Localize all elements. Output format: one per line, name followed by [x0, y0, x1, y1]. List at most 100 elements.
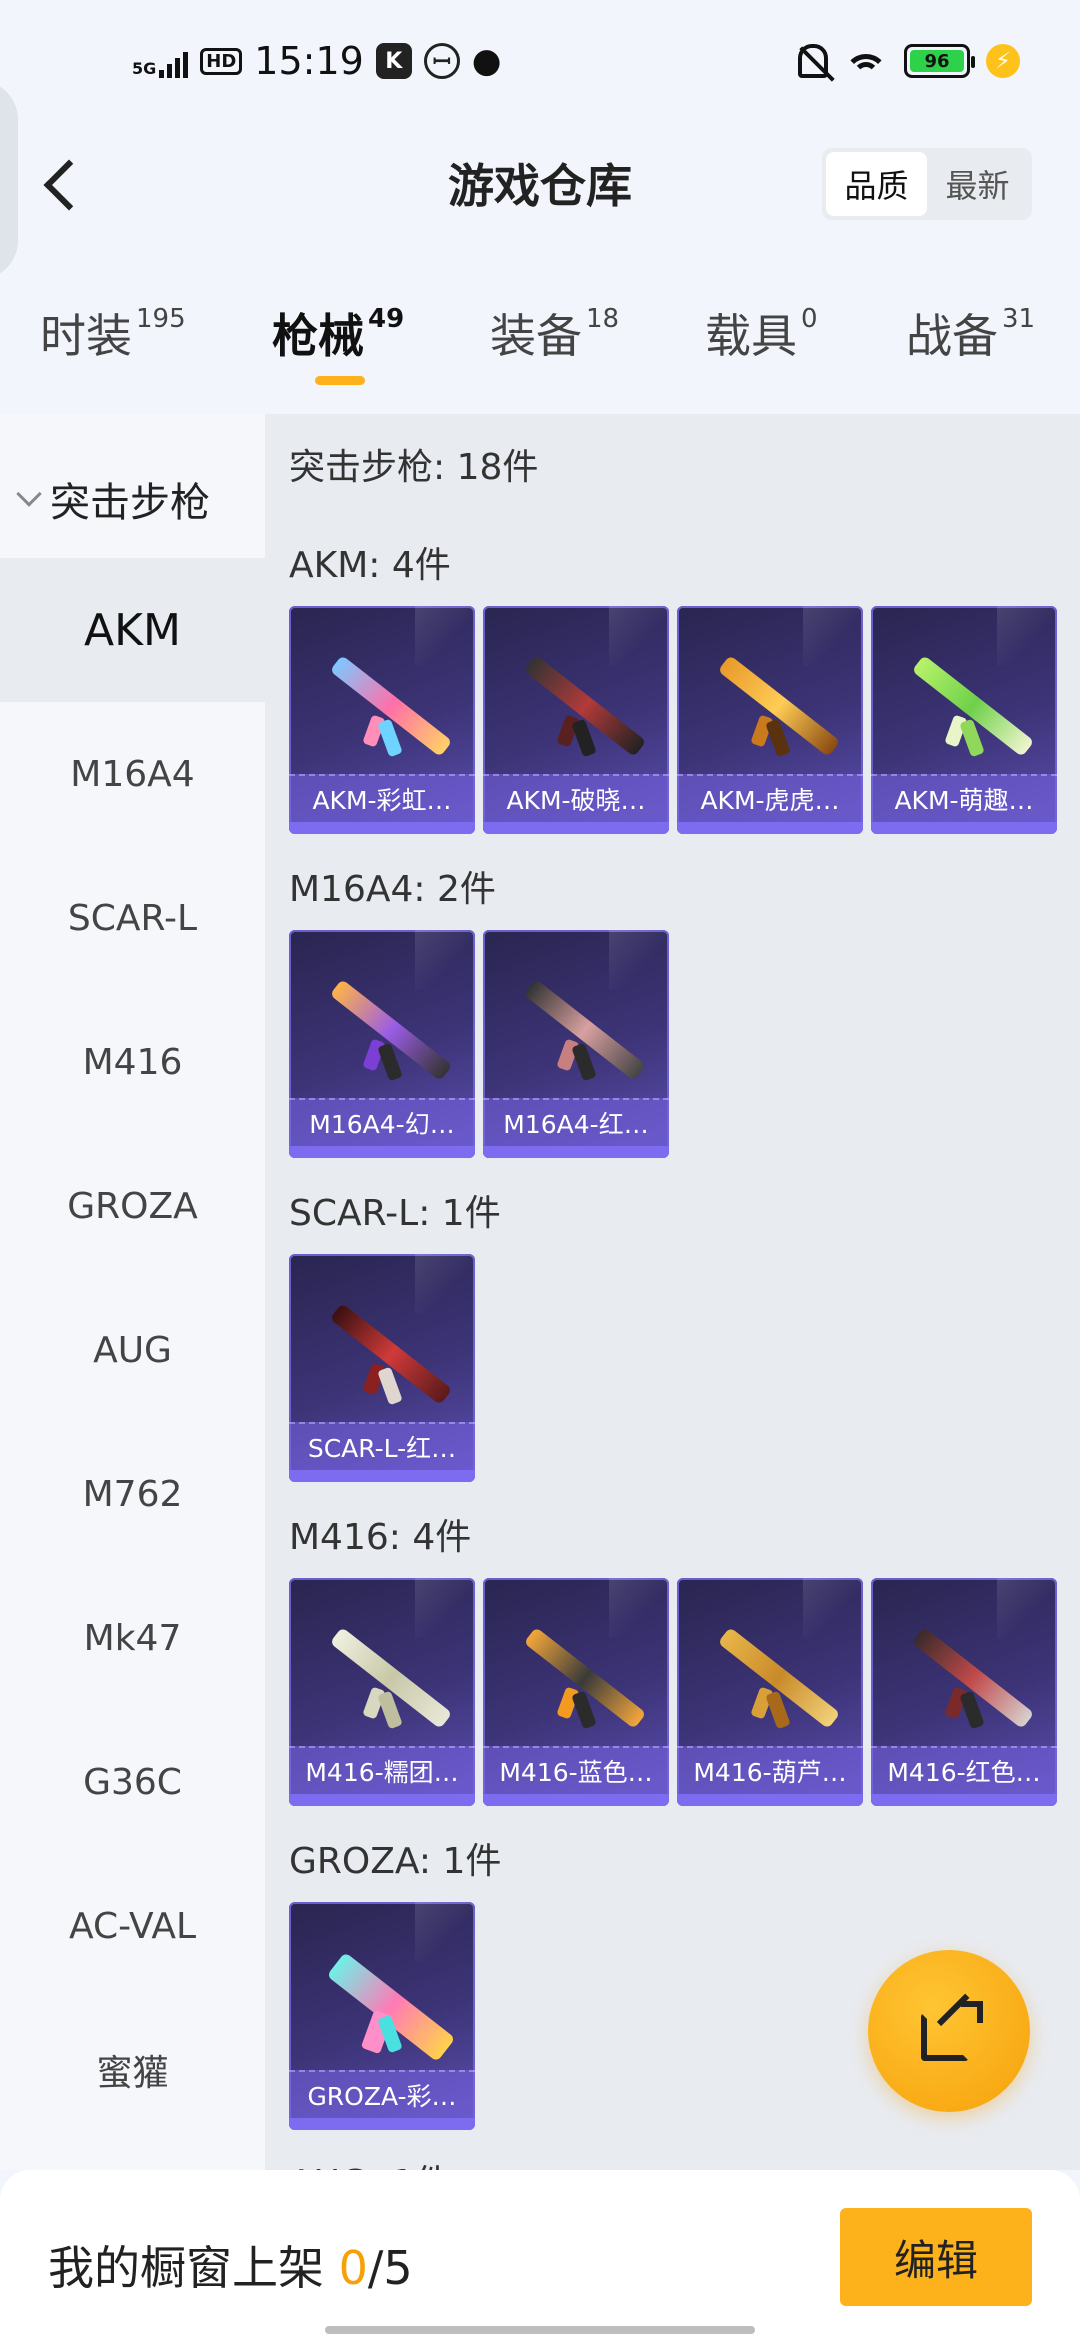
rifle-skin-icon — [699, 1626, 849, 1736]
chevron-down-icon — [16, 481, 42, 507]
item-card-label: M416-糯团… — [289, 1746, 475, 1794]
item-card[interactable]: M416-蓝色… — [483, 1578, 669, 1806]
item-card[interactable]: M16A4-红… — [483, 930, 669, 1158]
app-k-icon: K — [375, 43, 412, 79]
status-bar: 5G HD 15:19 K ꟷ ● 96 ⚡ — [0, 0, 1080, 120]
wifi-icon — [844, 46, 888, 76]
category-summary: 突击步枪: 18件 — [289, 447, 539, 488]
item-card-label: AKM-虎虎… — [677, 774, 863, 822]
tab-count: 49 — [368, 304, 405, 334]
sidebar-item-groza[interactable]: GROZA — [0, 1134, 265, 1278]
signal-icon: 5G — [132, 44, 189, 78]
showcase-count-total: /5 — [367, 2241, 413, 2295]
rifle-skin-icon — [699, 654, 849, 764]
group-title-scar-l: SCAR-L: 1件 — [289, 1193, 501, 1234]
tab-supplies[interactable]: 战备 31 — [906, 300, 1035, 366]
rifle-skin-icon — [311, 1302, 461, 1412]
rifle-skin-icon — [893, 1626, 1043, 1736]
charging-icon: ⚡ — [986, 44, 1020, 78]
item-card-label: AKM-破晓… — [483, 774, 669, 822]
showcase-count-current: 0 — [338, 2241, 368, 2295]
sidebar-item-aug[interactable]: AUG — [0, 1278, 265, 1422]
rifle-skin-icon — [505, 654, 655, 764]
tab-label: 时装 — [40, 309, 132, 363]
item-card-label: M416-红色… — [871, 1746, 1057, 1794]
sort-newest-button[interactable]: 最新 — [927, 152, 1028, 216]
item-card-label: M416-葫芦… — [677, 1746, 863, 1794]
item-card[interactable]: SCAR-L-红… — [289, 1254, 475, 1482]
rifle-skin-icon — [311, 1950, 461, 2062]
item-card[interactable]: AKM-破晓… — [483, 606, 669, 834]
network-label: 5G — [132, 59, 157, 78]
category-tabs: 时装 195 枪械 49 装备 18 载具 0 战备 31 — [0, 300, 1080, 390]
status-left: 5G HD 15:19 K ꟷ ● — [132, 36, 501, 86]
tab-firearms[interactable]: 枪械 49 — [272, 300, 404, 366]
sidebar: 突击步枪 AKM M16A4 SCAR-L M416 GROZA AUG M76… — [0, 414, 265, 2170]
tab-label: 战备 — [906, 309, 998, 363]
sidebar-item-g36c[interactable]: G36C — [0, 1710, 265, 1854]
edit-button[interactable]: 编辑 — [840, 2208, 1032, 2306]
rifle-skin-icon — [505, 978, 655, 1088]
group-title-akm: AKM: 4件 — [289, 545, 451, 586]
item-card-label: SCAR-L-红… — [289, 1422, 475, 1470]
sidebar-item-m416[interactable]: M416 — [0, 990, 265, 1134]
showcase-status: 我的橱窗上架 0/5 — [48, 2232, 413, 2298]
category-header[interactable]: 突击步枪 — [16, 464, 210, 534]
group-title-m16a4: M16A4: 2件 — [289, 869, 496, 910]
sort-toggle: 品质 最新 — [822, 148, 1032, 220]
tab-count: 18 — [586, 304, 620, 334]
share-icon — [921, 1993, 983, 2061]
app-round-icon: ꟷ — [423, 43, 460, 79]
rifle-skin-icon — [311, 978, 461, 1088]
rifle-skin-icon — [505, 1626, 655, 1736]
item-card[interactable]: M16A4-幻… — [289, 930, 475, 1158]
status-time: 15:19 — [254, 39, 364, 83]
sidebar-item-honey-badger[interactable]: 蜜獾 — [0, 1998, 265, 2142]
item-card[interactable]: AKM-虎虎… — [677, 606, 863, 834]
sidebar-item-ac-val[interactable]: AC-VAL — [0, 1854, 265, 1998]
status-right: 96 ⚡ — [798, 36, 1020, 86]
tab-equipment[interactable]: 装备 18 — [490, 300, 619, 366]
item-card[interactable]: M416-葫芦… — [677, 1578, 863, 1806]
tab-active-indicator — [315, 376, 365, 385]
showcase-label: 我的橱窗上架 — [48, 2241, 324, 2295]
item-card[interactable]: AKM-彩虹… — [289, 606, 475, 834]
tab-count: 195 — [136, 304, 186, 334]
item-card-label: GROZA-彩… — [289, 2070, 475, 2118]
sidebar-item-m16a4[interactable]: M16A4 — [0, 702, 265, 846]
tab-fashion[interactable]: 时装 195 — [40, 300, 186, 366]
tab-count: 0 — [801, 304, 818, 334]
rifle-skin-icon — [311, 654, 461, 764]
group-title-groza: GROZA: 1件 — [289, 1841, 502, 1882]
group-title-aug: AUG: 1件 — [289, 2154, 450, 2170]
category-label: 突击步枪 — [50, 480, 210, 526]
item-card-label: M16A4-幻… — [289, 1098, 475, 1146]
sidebar-item-akm[interactable]: AKM — [0, 558, 265, 702]
tab-vehicles[interactable]: 载具 0 — [705, 300, 818, 366]
tab-label: 枪械 — [272, 309, 364, 363]
share-button[interactable] — [868, 1950, 1030, 2112]
item-card[interactable]: AKM-萌趣… — [871, 606, 1057, 834]
item-card[interactable]: M416-糯团… — [289, 1578, 475, 1806]
rifle-skin-icon — [311, 1626, 461, 1736]
bottom-bar: 我的橱窗上架 0/5 编辑 — [0, 2170, 1080, 2340]
item-card[interactable]: GROZA-彩… — [289, 1902, 475, 2130]
item-card-label: M16A4-红… — [483, 1098, 669, 1146]
rifle-skin-icon — [893, 654, 1043, 764]
group-title-m416: M416: 4件 — [289, 1517, 472, 1558]
tab-label: 载具 — [705, 309, 797, 363]
item-card[interactable]: M416-红色… — [871, 1578, 1057, 1806]
item-card-label: M416-蓝色… — [483, 1746, 669, 1794]
tab-label: 装备 — [490, 309, 582, 363]
qq-penguin-icon: ● — [471, 41, 502, 81]
item-card-label: AKM-彩虹… — [289, 774, 475, 822]
sidebar-item-m762[interactable]: M762 — [0, 1422, 265, 1566]
battery-icon: 96 — [904, 44, 975, 78]
sidebar-item-mk47[interactable]: Mk47 — [0, 1566, 265, 1710]
home-indicator[interactable] — [325, 2326, 755, 2334]
sidebar-item-scar-l[interactable]: SCAR-L — [0, 846, 265, 990]
sort-quality-button[interactable]: 品质 — [826, 152, 927, 216]
item-card-label: AKM-萌趣… — [871, 774, 1057, 822]
tab-count: 31 — [1002, 304, 1036, 334]
item-grid-panel: 突击步枪: 18件 AKM: 4件 AKM-彩虹… AKM-破晓… AKM-虎虎… — [265, 414, 1080, 2170]
